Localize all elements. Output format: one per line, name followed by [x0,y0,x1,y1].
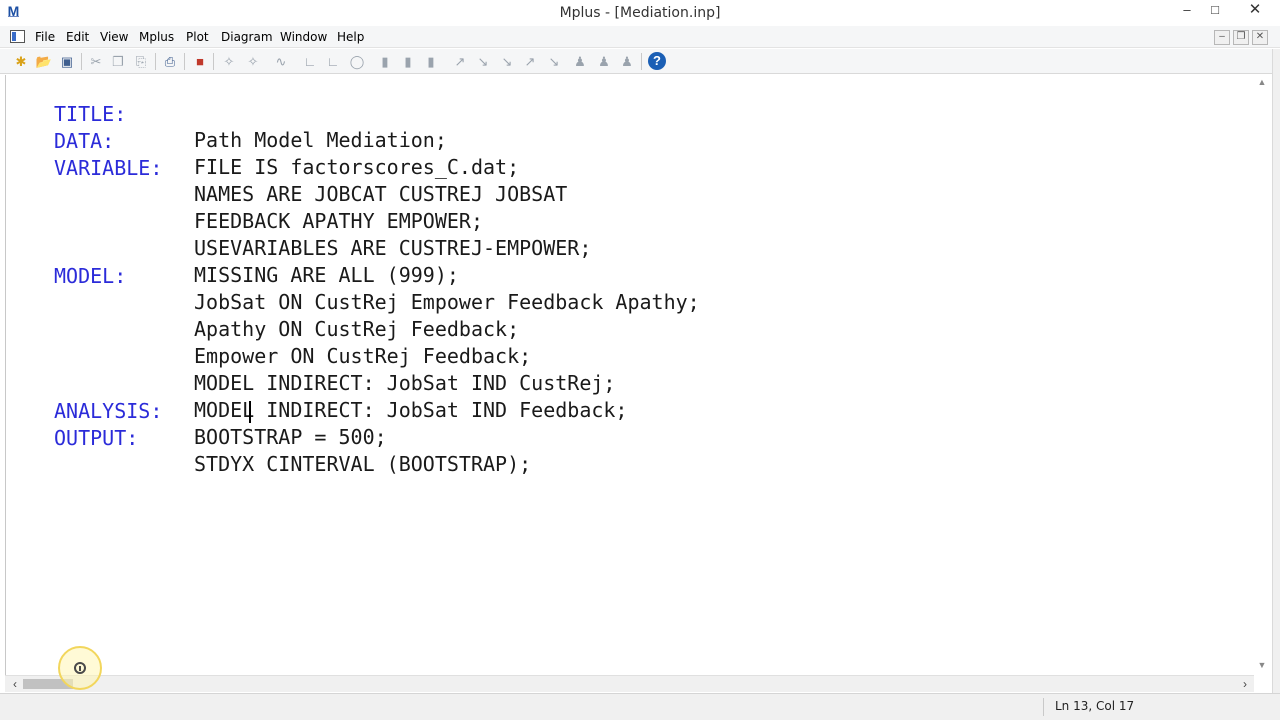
help-icon[interactable]: ? [648,52,666,70]
bar-chart-3-icon[interactable]: ▮ [421,52,441,71]
plot-axis-icon[interactable]: ∟ [300,52,320,71]
paste-icon[interactable]: ⎘ [131,52,151,71]
title-bar: M Mplus - [Mediation.inp] – □ ✕ [0,0,1280,26]
editor-line[interactable]: TITLE: Path Model Mediation; [54,75,447,152]
plot-scatter-icon[interactable]: ✧ [219,52,239,71]
save-icon[interactable]: ▣ [57,52,77,71]
bar-chart-icon[interactable]: ▮ [375,52,395,71]
diagram-node-2-icon[interactable]: ♟ [594,52,614,71]
click-indicator-icon [58,646,102,690]
editor-line[interactable]: MODEL INDIRECT: JobSat IND Feedback; [54,345,627,422]
toolbar: ✱ 📂 ▣ ✂ ❐ ⎘ ⎙ ■ ✧ ✧ ∿ ∟ ∟ ◯ ▮ ▮ ▮ ↗ ↘ ↘ … [0,49,1280,74]
toolbar-separator [213,53,214,70]
document-close-button[interactable]: ✕ [1252,30,1268,45]
horizontal-scrollbar[interactable]: ‹ › [5,675,1254,692]
command-keyword: OUTPUT: [54,426,139,450]
scroll-left-icon[interactable]: ‹ [7,676,23,692]
command-statement: USEVARIABLES ARE CUSTREJ-EMPOWER; [194,236,592,260]
toolbar-separator [155,53,156,70]
window-close-button[interactable]: ✕ [1236,0,1274,22]
toolbar-separator [641,53,642,70]
editor-line[interactable]: FEEDBACK APATHY EMPOWER; [54,156,483,233]
command-statement: Path Model Mediation; [194,128,447,152]
menu-edit[interactable]: Edit [66,30,89,44]
diagram-arrow-2-icon[interactable]: ↘ [473,52,493,71]
menu-help[interactable]: Help [337,30,364,44]
window-title: Mplus - [Mediation.inp] [559,5,721,21]
scroll-up-icon[interactable]: ▲ [1254,77,1270,87]
document-restore-button[interactable]: ❐ [1233,30,1249,45]
plot-histogram-icon[interactable]: ✧ [243,52,263,71]
power-icon [74,662,86,674]
command-statement: STDYX CINTERVAL (BOOTSTRAP); [194,452,532,476]
menu-window[interactable]: Window [280,30,327,44]
editor-pane[interactable]: TITLE: Path Model Mediation; DATA: FILE … [5,75,1270,675]
diagram-node-3-icon[interactable]: ♟ [617,52,637,71]
status-bar: Ln 13, Col 17 [0,693,1280,720]
scroll-right-icon[interactable]: › [1237,676,1253,692]
scroll-down-icon[interactable]: ▼ [1254,660,1270,670]
diagram-arrow-5-icon[interactable]: ↘ [544,52,564,71]
run-icon[interactable]: ■ [190,52,210,71]
command-statement: FILE IS factorscores_C.dat; [194,155,520,179]
command-statement: NAMES ARE JOBCAT CUSTREJ JOBSAT [194,182,568,206]
editor-line[interactable]: MODEL: JobSat ON CustRej Empower Feedbac… [54,237,700,314]
window-edge [1272,49,1280,693]
menu-plot[interactable]: Plot [186,30,209,44]
command-statement: MODEL INDIRECT: JobSat IND Feedback; [194,398,628,422]
editor-line[interactable]: USEVARIABLES ARE CUSTREJ-EMPOWER; [54,183,591,260]
window-maximize-button[interactable]: □ [1199,0,1231,22]
new-file-icon[interactable]: ✱ [11,52,31,71]
editor-line[interactable]: MISSING ARE ALL (999); [54,210,459,287]
open-folder-icon[interactable]: 📂 [34,52,54,71]
document-minimize-button[interactable]: – [1214,30,1230,45]
bar-chart-2-icon[interactable]: ▮ [398,52,418,71]
editor-line[interactable]: ANALYSIS: BOOTSTRAP = 500; [54,372,387,449]
command-statement: Apathy ON CustRej Feedback; [194,317,520,341]
document-icon[interactable] [10,30,25,43]
toolbar-separator [81,53,82,70]
diagram-arrow-3-icon[interactable]: ↘ [497,52,517,71]
command-statement: FEEDBACK APATHY EMPOWER; [194,209,483,233]
menu-diagram[interactable]: Diagram [221,30,273,44]
menu-bar: File Edit View Mplus Plot Diagram Window… [0,26,1280,48]
editor-line[interactable]: MODEL INDIRECT: JobSat IND CustRej; [54,318,615,395]
command-statement: JobSat ON CustRej Empower Feedback Apath… [194,290,700,314]
editor-line[interactable]: OUTPUT: STDYX CINTERVAL (BOOTSTRAP); [54,399,531,476]
editor-line[interactable]: VARIABLE: NAMES ARE JOBCAT CUSTREJ JOBSA… [54,129,567,206]
menu-file[interactable]: File [35,30,55,44]
plot-settings-icon[interactable]: ◯ [347,52,367,71]
command-statement: MISSING ARE ALL (999); [194,263,459,287]
editor-line[interactable]: Apathy ON CustRej Feedback; [54,264,519,341]
command-statement: MODEL INDIRECT: JobSat IND CustRej; [194,371,616,395]
vertical-scrollbar[interactable]: ▲ ▼ [1254,75,1270,675]
text-cursor [249,401,251,423]
toolbar-separator [184,53,185,70]
plot-line-icon[interactable]: ∿ [271,52,291,71]
diagram-node-1-icon[interactable]: ♟ [570,52,590,71]
cut-icon[interactable]: ✂ [86,52,106,71]
menu-mplus[interactable]: Mplus [139,30,174,44]
diagram-arrow-1-icon[interactable]: ↗ [450,52,470,71]
command-statement: BOOTSTRAP = 500; [194,425,387,449]
command-statement: Empower ON CustRej Feedback; [194,344,532,368]
diagram-arrow-4-icon[interactable]: ↗ [520,52,540,71]
menu-view[interactable]: View [100,30,128,44]
editor-line[interactable]: Empower ON CustRej Feedback; [54,291,531,368]
cursor-position-status: Ln 13, Col 17 [1055,699,1135,713]
copy-icon[interactable]: ❐ [108,52,128,71]
print-icon[interactable]: ⎙ [160,52,180,71]
plot-curve-icon[interactable]: ∟ [323,52,343,71]
status-separator [1043,698,1044,716]
editor-line[interactable]: DATA: FILE IS factorscores_C.dat; [54,102,519,179]
